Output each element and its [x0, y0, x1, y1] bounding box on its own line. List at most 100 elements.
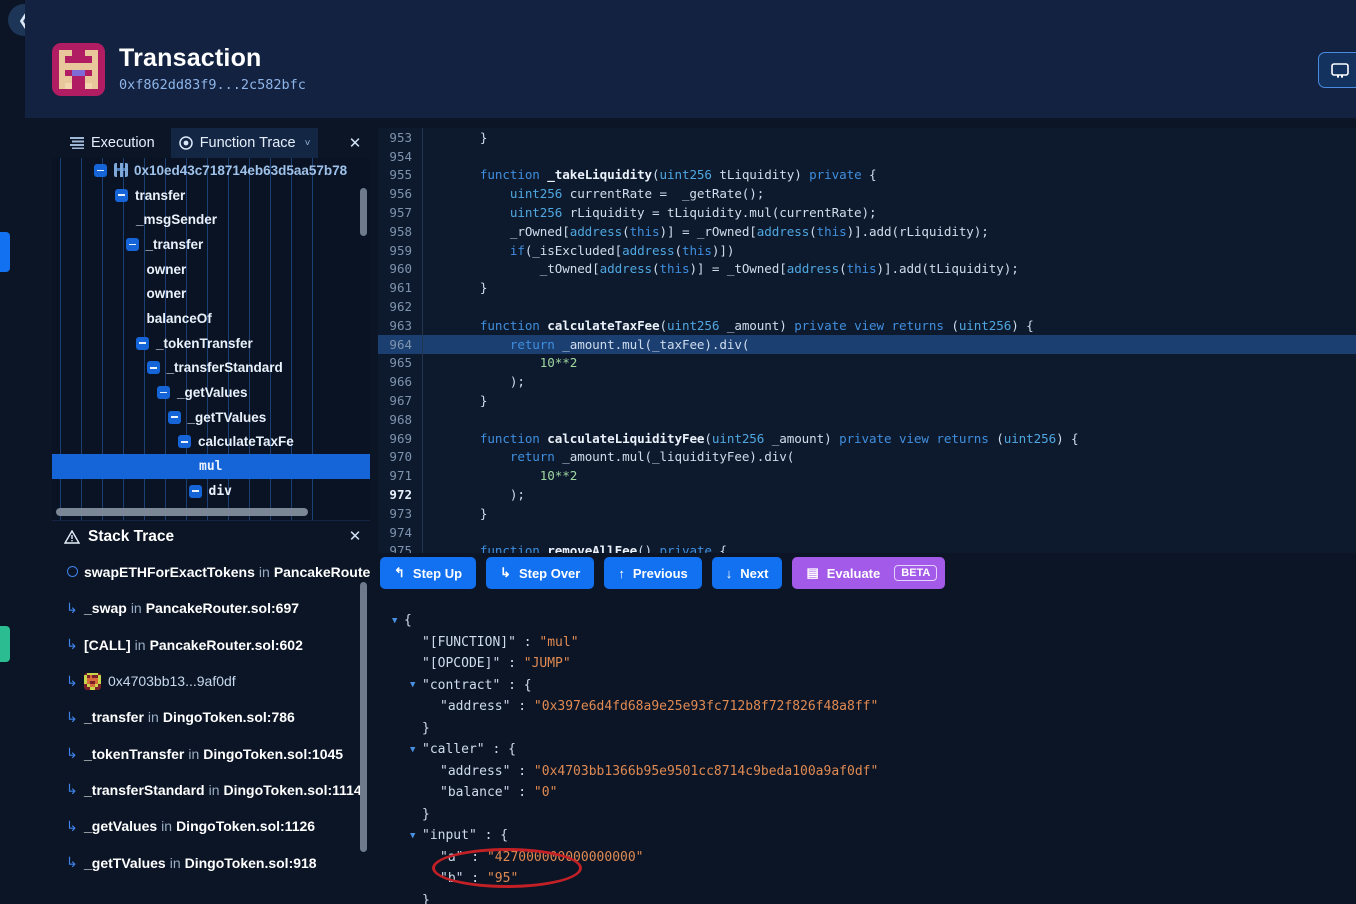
stack-trace-row[interactable]: ↳_tokenTransferinDingoToken.sol:1045: [52, 735, 370, 771]
code-gutter: [422, 354, 450, 373]
code-line[interactable]: 975 function removeAllFee() private {: [378, 542, 1356, 553]
code-line[interactable]: 954: [378, 147, 1356, 166]
caret-down-icon[interactable]: ▼: [410, 745, 422, 755]
function-trace-tree[interactable]: 0x10ed43c718714eb63d5aa57b78transfer_msg…: [52, 158, 370, 520]
code-line[interactable]: 967 }: [378, 391, 1356, 410]
stack-trace-vscrollbar[interactable]: [360, 582, 367, 852]
function-trace-row[interactable]: _tokenTransfer: [52, 331, 370, 356]
next-button[interactable]: ↓ Next: [712, 557, 783, 589]
code-line[interactable]: 968: [378, 410, 1356, 429]
caret-down-icon[interactable]: ▼: [392, 616, 404, 626]
stack-trace-close-button[interactable]: ✕: [346, 527, 364, 545]
code-line[interactable]: 969 function calculateLiquidityFee(uint2…: [378, 429, 1356, 448]
comment-button[interactable]: [1318, 52, 1356, 88]
json-line[interactable]: "b" : "95": [378, 868, 1356, 890]
evaluate-button[interactable]: ▤ Evaluate BETA: [792, 557, 945, 589]
json-line[interactable]: ▼{: [378, 610, 1356, 632]
function-trace-hscrollbar[interactable]: [56, 508, 308, 516]
tab-function-trace[interactable]: Function Trace ˅: [171, 128, 319, 158]
function-trace-row[interactable]: _msgSender: [52, 207, 370, 232]
json-line[interactable]: "a" : "427000000000000000": [378, 847, 1356, 869]
code-line[interactable]: 974: [378, 523, 1356, 542]
code-line[interactable]: 970 return _amount.mul(_liquidityFee).di…: [378, 448, 1356, 467]
stack-trace-row[interactable]: ↳_getTValuesinDingoToken.sol:918: [52, 844, 370, 880]
function-trace-row[interactable]: _transfer: [52, 232, 370, 257]
stack-trace-address: 0x4703bb13...9af0df: [108, 673, 236, 689]
stack-trace-row[interactable]: ↳_transferStandardinDingoToken.sol:1114: [52, 772, 370, 808]
code-gutter: [422, 316, 450, 335]
tree-collapse-toggle[interactable]: [189, 485, 202, 498]
stack-trace-row[interactable]: swapETHForExactTokensinPancakeRouter: [52, 554, 370, 590]
json-line[interactable]: }: [378, 718, 1356, 740]
step-up-label: Step Up: [413, 566, 462, 581]
tree-collapse-toggle[interactable]: [94, 164, 107, 177]
code-line[interactable]: 973 }: [378, 504, 1356, 523]
stack-trace-row[interactable]: ↳0x4703bb13...9af0df: [52, 663, 370, 699]
json-line[interactable]: "address" : "0x397e6d4fd68a9e25e93fc712b…: [378, 696, 1356, 718]
tree-collapse-toggle[interactable]: [168, 411, 181, 424]
stack-trace-row[interactable]: ↳_swapinPancakeRouter.sol:697: [52, 590, 370, 626]
stack-trace-row[interactable]: ↳[CALL]inPancakeRouter.sol:602: [52, 627, 370, 663]
code-line[interactable]: 966 );: [378, 372, 1356, 391]
function-trace-row[interactable]: _getTValues: [52, 405, 370, 430]
code-line[interactable]: 963 function calculateTaxFee(uint256 _am…: [378, 316, 1356, 335]
chevron-down-icon[interactable]: ˅: [305, 138, 311, 149]
previous-button[interactable]: ↑ Previous: [604, 557, 701, 589]
edge-tab-secondary[interactable]: [0, 626, 10, 662]
function-trace-row[interactable]: calculateTaxFe: [52, 430, 370, 455]
caret-down-icon[interactable]: ▼: [410, 831, 422, 841]
code-line[interactable]: 959 if(_isExcluded[address(this)]): [378, 241, 1356, 260]
code-line[interactable]: 953 }: [378, 128, 1356, 147]
tree-collapse-toggle[interactable]: [136, 337, 149, 350]
code-line[interactable]: 962: [378, 297, 1356, 316]
function-trace-row[interactable]: 0x10ed43c718714eb63d5aa57b78: [52, 158, 370, 183]
code-editor[interactable]: 953 }954955 function _takeLiquidity(uint…: [378, 128, 1356, 553]
stack-trace-row[interactable]: ↳_transferinDingoToken.sol:786: [52, 699, 370, 735]
function-trace-row[interactable]: div: [52, 479, 370, 504]
function-trace-row[interactable]: mul: [52, 454, 370, 479]
function-trace-row[interactable]: balanceOf: [52, 306, 370, 331]
step-over-button[interactable]: ↳ Step Over: [486, 557, 594, 589]
code-line[interactable]: 957 uint256 rLiquidity = tLiquidity.mul(…: [378, 203, 1356, 222]
json-line[interactable]: "balance" : "0": [378, 782, 1356, 804]
code-line[interactable]: 965 10**2: [378, 354, 1356, 373]
json-line[interactable]: ▼"contract" : {: [378, 675, 1356, 697]
json-line[interactable]: ▼"input" : {: [378, 825, 1356, 847]
json-line[interactable]: }: [378, 804, 1356, 826]
code-line[interactable]: 960 _tOwned[address(this)] = _tOwned[add…: [378, 260, 1356, 279]
stack-trace-function: _getValues: [84, 818, 157, 834]
code-line[interactable]: 958 _rOwned[address(this)] = _rOwned[add…: [378, 222, 1356, 241]
code-line[interactable]: 971 10**2: [378, 466, 1356, 485]
tab-execution[interactable]: Execution: [62, 128, 163, 158]
code-line-text: }: [450, 280, 487, 295]
json-line[interactable]: "[FUNCTION]" : "mul": [378, 632, 1356, 654]
function-trace-vscrollbar[interactable]: [360, 188, 367, 236]
json-line[interactable]: "address" : "0x4703bb1366b95e9501cc8714c…: [378, 761, 1356, 783]
stack-trace-row[interactable]: ↳_getValuesinDingoToken.sol:1126: [52, 808, 370, 844]
json-line[interactable]: "[OPCODE]" : "JUMP": [378, 653, 1356, 675]
edge-tab-primary[interactable]: [0, 232, 10, 272]
function-trace-close-button[interactable]: ✕: [346, 134, 364, 152]
code-line[interactable]: 955 function _takeLiquidity(uint256 tLiq…: [378, 166, 1356, 185]
code-line[interactable]: 964 return _amount.mul(_taxFee).div(: [378, 335, 1356, 354]
tree-collapse-toggle[interactable]: [115, 189, 128, 202]
function-trace-row[interactable]: owner: [52, 281, 370, 306]
step-up-button[interactable]: ↰ Step Up: [380, 557, 476, 589]
json-line[interactable]: ▼"caller" : {: [378, 739, 1356, 761]
json-output-panel[interactable]: ▼{"[FUNCTION]" : "mul""[OPCODE]" : "JUMP…: [378, 600, 1356, 904]
function-trace-row[interactable]: owner: [52, 257, 370, 282]
function-trace-row[interactable]: transfer: [52, 183, 370, 208]
code-line-number: 955: [378, 167, 422, 182]
function-trace-row[interactable]: _transferStandard: [52, 356, 370, 381]
tree-collapse-toggle[interactable]: [178, 435, 191, 448]
tree-collapse-toggle[interactable]: [147, 361, 160, 374]
function-trace-row[interactable]: _getValues: [52, 380, 370, 405]
caret-down-icon[interactable]: ▼: [410, 680, 422, 690]
code-line-number: 970: [378, 449, 422, 464]
code-line[interactable]: 961 }: [378, 278, 1356, 297]
tree-collapse-toggle[interactable]: [126, 238, 139, 251]
code-line[interactable]: 956 uint256 currentRate = _getRate();: [378, 184, 1356, 203]
code-line[interactable]: 972 );: [378, 485, 1356, 504]
tree-collapse-toggle[interactable]: [157, 386, 170, 399]
json-line[interactable]: }: [378, 890, 1356, 904]
